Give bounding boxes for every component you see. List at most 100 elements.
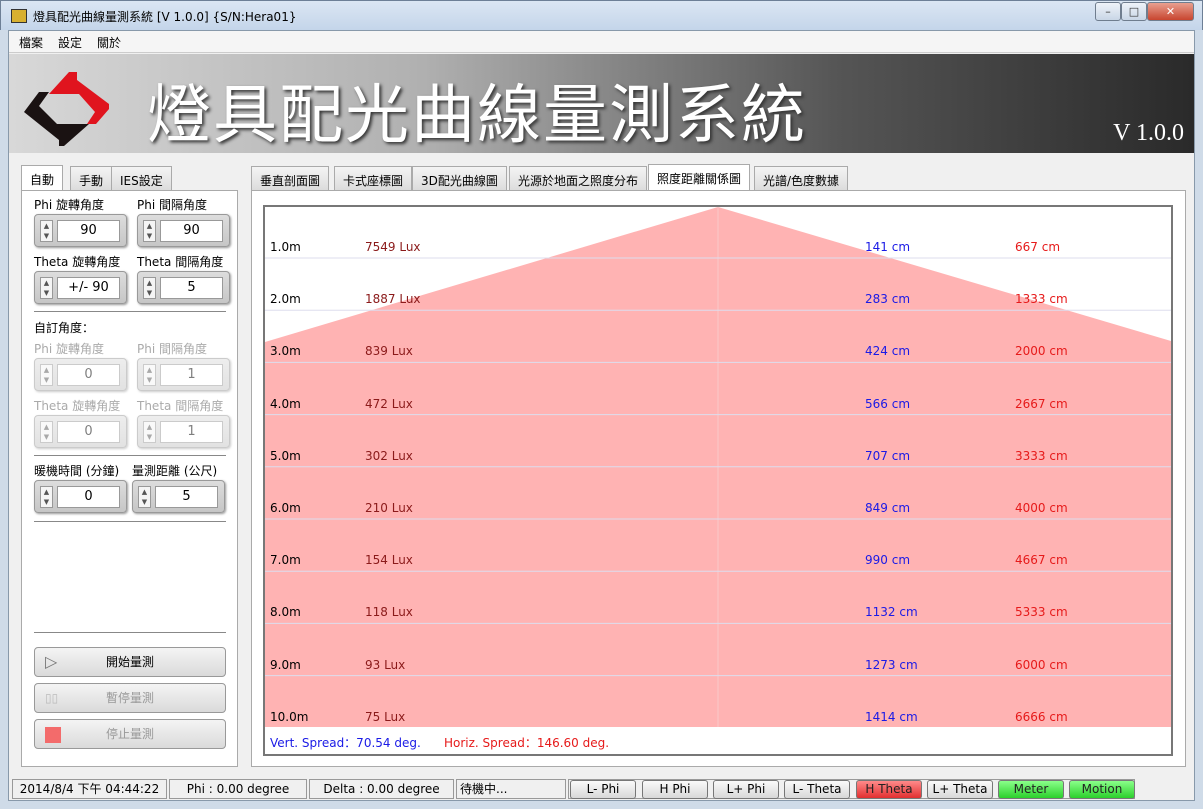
vertical-spread: Vert. Spread：70.54 deg. — [270, 736, 421, 750]
tab-auto[interactable]: 自動 — [21, 165, 64, 191]
indicator-h-theta[interactable]: H Theta — [856, 780, 922, 799]
status-phi: Phi : 0.00 degree — [169, 779, 307, 799]
illuminance-value: 1887 Lux — [365, 292, 421, 307]
illuminance-value: 302 Lux — [365, 448, 413, 463]
start-measure-button[interactable]: ▷ 開始量測 — [34, 647, 226, 677]
pause-icon: ▯▯ — [45, 691, 59, 705]
custom-angle-label: 自訂角度： — [34, 321, 95, 335]
distance-value: 1.0m — [270, 240, 301, 254]
horizontal-width-value: 5333 cm — [1015, 605, 1068, 620]
theta-interval-input[interactable]: ▲ ▼ 5 — [137, 271, 230, 304]
distance-value: 4.0m — [270, 396, 301, 411]
tab-ies[interactable]: IES設定 — [111, 166, 172, 190]
illuminance-value: 118 Lux — [365, 605, 413, 620]
play-icon: ▷ — [45, 652, 58, 671]
distance-value: 10.0m — [270, 709, 309, 724]
distance-row: 6.0m 210 Lux 849 cm 4000 cm — [265, 501, 1171, 521]
pause-label: 暫停量測 — [105, 691, 154, 705]
distance-value: 6.0m — [270, 501, 301, 515]
minimize-button[interactable]: – — [1095, 2, 1121, 21]
custom-theta-rotation-input: ▲ ▼ 0 — [34, 415, 127, 448]
value[interactable]: 5 — [155, 486, 218, 508]
stepper-icon: ▲ ▼ — [143, 364, 156, 386]
logo-icon — [24, 72, 109, 146]
pause-measure-button[interactable]: ▯▯ 暫停量測 — [34, 683, 226, 713]
stepper-icon[interactable]: ▲ ▼ — [143, 277, 156, 299]
stepper-icon: ▲ ▼ — [40, 421, 53, 443]
custom-phi-rotation-label: Phi 旋轉角度 — [34, 342, 104, 356]
stepper-icon[interactable]: ▲ ▼ — [143, 220, 156, 242]
tab-vertical-profile[interactable]: 垂直剖面圖 — [251, 166, 330, 190]
status-delta: Delta : 0.00 degree — [309, 779, 454, 799]
stop-measure-button[interactable]: 停止量測 — [34, 719, 226, 749]
theta-interval-label: Theta 間隔角度 — [137, 255, 224, 269]
auto-panel: Phi 旋轉角度 Phi 間隔角度 ▲ ▼ 90 ▲ ▼ 90 Theta 旋轉角度 T… — [21, 190, 238, 767]
divider — [34, 521, 226, 522]
vertical-width-value: 707 cm — [865, 448, 911, 463]
value[interactable]: 0 — [57, 486, 120, 508]
status-bar: 2014/8/4 下午 04:44:22 Phi : 0.00 degree D… — [9, 777, 1194, 801]
vertical-width-value: 141 cm — [865, 240, 911, 254]
distance-value: 2.0m — [270, 292, 301, 307]
vertical-width-value: 283 cm — [865, 292, 911, 307]
illuminance-value: 839 Lux — [365, 344, 413, 359]
horizontal-width-value: 2667 cm — [1015, 396, 1068, 411]
indicator-l-theta[interactable]: L+ Theta — [927, 780, 993, 799]
theta-rotation-label: Theta 旋轉角度 — [34, 255, 121, 269]
horizontal-width-value: 6000 cm — [1015, 657, 1068, 672]
vertical-width-value: 424 cm — [865, 344, 911, 359]
tab-ground-illuminance[interactable]: 光源於地面之照度分布 — [509, 166, 648, 190]
value: 0 — [57, 364, 120, 386]
custom-phi-interval-label: Phi 間隔角度 — [137, 342, 207, 356]
tab-cartesian[interactable]: 卡式座標圖 — [334, 166, 413, 190]
horizontal-width-value: 4000 cm — [1015, 501, 1068, 515]
indicator-l-phi[interactable]: L- Phi — [570, 780, 636, 799]
indicator-meter[interactable]: Meter — [998, 780, 1064, 799]
horizontal-width-value: 3333 cm — [1015, 448, 1068, 463]
status-state: 待機中... — [456, 779, 566, 799]
tab-manual[interactable]: 手動 — [70, 166, 113, 190]
custom-phi-rotation-input: ▲ ▼ 0 — [34, 358, 127, 391]
value[interactable]: 90 — [57, 220, 120, 242]
warmup-label: 暖機時間 (分鐘) — [34, 464, 120, 478]
menu-settings[interactable]: 設定 — [58, 34, 82, 51]
tab-spectrum[interactable]: 光譜/色度數據 — [754, 166, 849, 190]
tab-3d-curve[interactable]: 3D配光曲線圖 — [412, 166, 507, 190]
phi-interval-input[interactable]: ▲ ▼ 90 — [137, 214, 230, 247]
stepper-icon[interactable]: ▲ ▼ — [40, 220, 53, 242]
value[interactable]: +/- 90 — [57, 277, 120, 299]
indicator-l-phi[interactable]: L+ Phi — [713, 780, 779, 799]
stepper-icon[interactable]: ▲ ▼ — [40, 486, 53, 508]
window-title: 燈具配光曲線量測系統 [V 1.0.0] {S/N:Hera01} — [33, 10, 297, 24]
divider — [34, 311, 226, 312]
horizontal-width-value: 2000 cm — [1015, 344, 1068, 359]
phi-rotation-input[interactable]: ▲ ▼ 90 — [34, 214, 127, 247]
illuminance-distance-panel: 1.0m 7549 Lux 141 cm 667 cm 2.0m 1887 Lux 283 … — [251, 190, 1186, 767]
close-button[interactable]: ✕ — [1147, 2, 1194, 21]
app-icon — [11, 9, 27, 23]
distance-row: 7.0m 154 Lux 990 cm 4667 cm — [265, 553, 1171, 573]
maximize-button[interactable]: □ — [1121, 2, 1147, 21]
menu-about[interactable]: 關於 — [97, 34, 121, 51]
stepper-icon[interactable]: ▲ ▼ — [40, 277, 53, 299]
stepper-icon[interactable]: ▲ ▼ — [138, 486, 151, 508]
menu-file[interactable]: 檔案 — [19, 34, 43, 51]
value: 1 — [160, 364, 223, 386]
indicator-motion[interactable]: Motion — [1069, 780, 1135, 799]
client-area: 檔案 設定 關於 燈具配光曲線量測系統 V 1.0.0 自動 手動 IES設定 … — [8, 30, 1195, 801]
value[interactable]: 5 — [160, 277, 223, 299]
indicator-h-phi[interactable]: H Phi — [642, 780, 708, 799]
phi-interval-label: Phi 間隔角度 — [137, 198, 207, 212]
distance-label: 量測距離 (公尺) — [132, 464, 218, 478]
stepper-icon: ▲ ▼ — [40, 364, 53, 386]
indicator-l-theta[interactable]: L- Theta — [784, 780, 850, 799]
banner-version: V 1.0.0 — [1113, 120, 1184, 146]
tab-illuminance-distance[interactable]: 照度距離關係圖 — [648, 164, 751, 190]
warmup-input[interactable]: ▲ ▼ 0 — [34, 480, 127, 513]
theta-rotation-input[interactable]: ▲ ▼ +/- 90 — [34, 271, 127, 304]
value[interactable]: 90 — [160, 220, 223, 242]
status-time: 2014/8/4 下午 04:44:22 — [12, 779, 167, 799]
distance-input[interactable]: ▲ ▼ 5 — [132, 480, 225, 513]
horizontal-width-value: 1333 cm — [1015, 292, 1068, 307]
illuminance-value: 75 Lux — [365, 709, 406, 724]
